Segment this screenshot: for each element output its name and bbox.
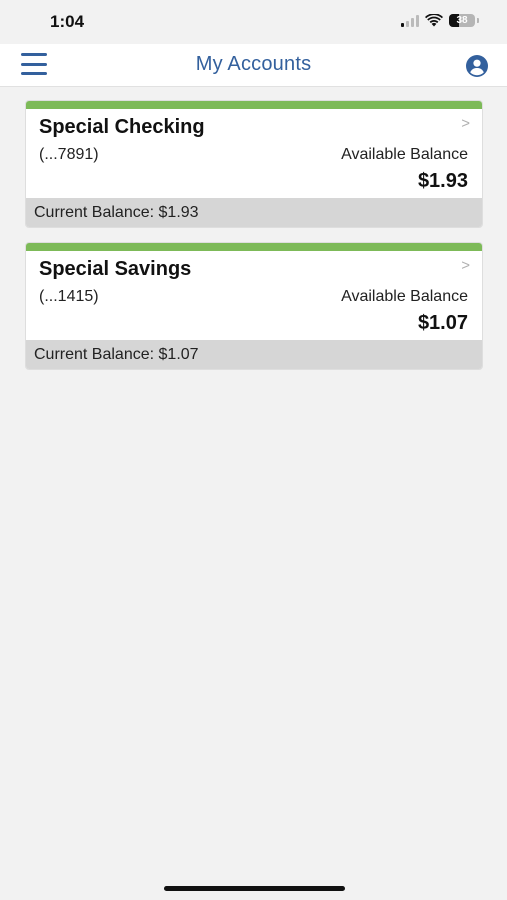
page-title: My Accounts	[195, 53, 312, 75]
status-icons: 38	[401, 14, 479, 27]
chevron-right-icon: >	[461, 257, 470, 274]
current-balance-amount: $1.93	[158, 204, 199, 221]
card-accent-bar	[26, 243, 482, 251]
card-accent-bar	[26, 101, 482, 109]
account-number: (...1415)	[39, 288, 99, 305]
account-card-checking[interactable]: Special Checking > (...7891) Available B…	[26, 101, 482, 227]
signal-icon	[401, 14, 419, 27]
available-balance-amount: $1.07	[417, 312, 468, 334]
home-indicator[interactable]	[164, 886, 345, 891]
available-balance-label: Available Balance	[341, 146, 468, 163]
account-card-savings[interactable]: Special Savings > (...1415) Available Ba…	[26, 243, 482, 369]
wifi-icon	[425, 14, 443, 27]
account-number: (...7891)	[39, 146, 99, 163]
card-body: Special Checking > (...7891) Available B…	[26, 109, 482, 198]
current-balance-bar: Current Balance: $1.07	[26, 340, 482, 369]
chevron-right-icon: >	[461, 115, 470, 132]
user-profile-icon[interactable]	[466, 55, 488, 77]
battery-level: 38	[456, 15, 468, 26]
account-name: Special Checking	[39, 116, 205, 138]
available-balance-label: Available Balance	[341, 288, 468, 305]
available-balance-amount: $1.93	[417, 170, 468, 192]
status-bar: 1:04 38	[0, 0, 507, 44]
account-name: Special Savings	[39, 258, 192, 280]
card-body: Special Savings > (...1415) Available Ba…	[26, 251, 482, 340]
battery-cap	[477, 18, 479, 23]
current-balance-bar: Current Balance: $1.93	[26, 198, 482, 227]
current-balance-label: Current Balance:	[34, 346, 159, 363]
status-time: 1:04	[50, 12, 85, 31]
current-balance-amount: $1.07	[158, 346, 199, 363]
battery-icon: 38	[449, 14, 475, 27]
nav-bar: My Accounts	[0, 44, 507, 87]
current-balance-label: Current Balance:	[34, 204, 159, 221]
